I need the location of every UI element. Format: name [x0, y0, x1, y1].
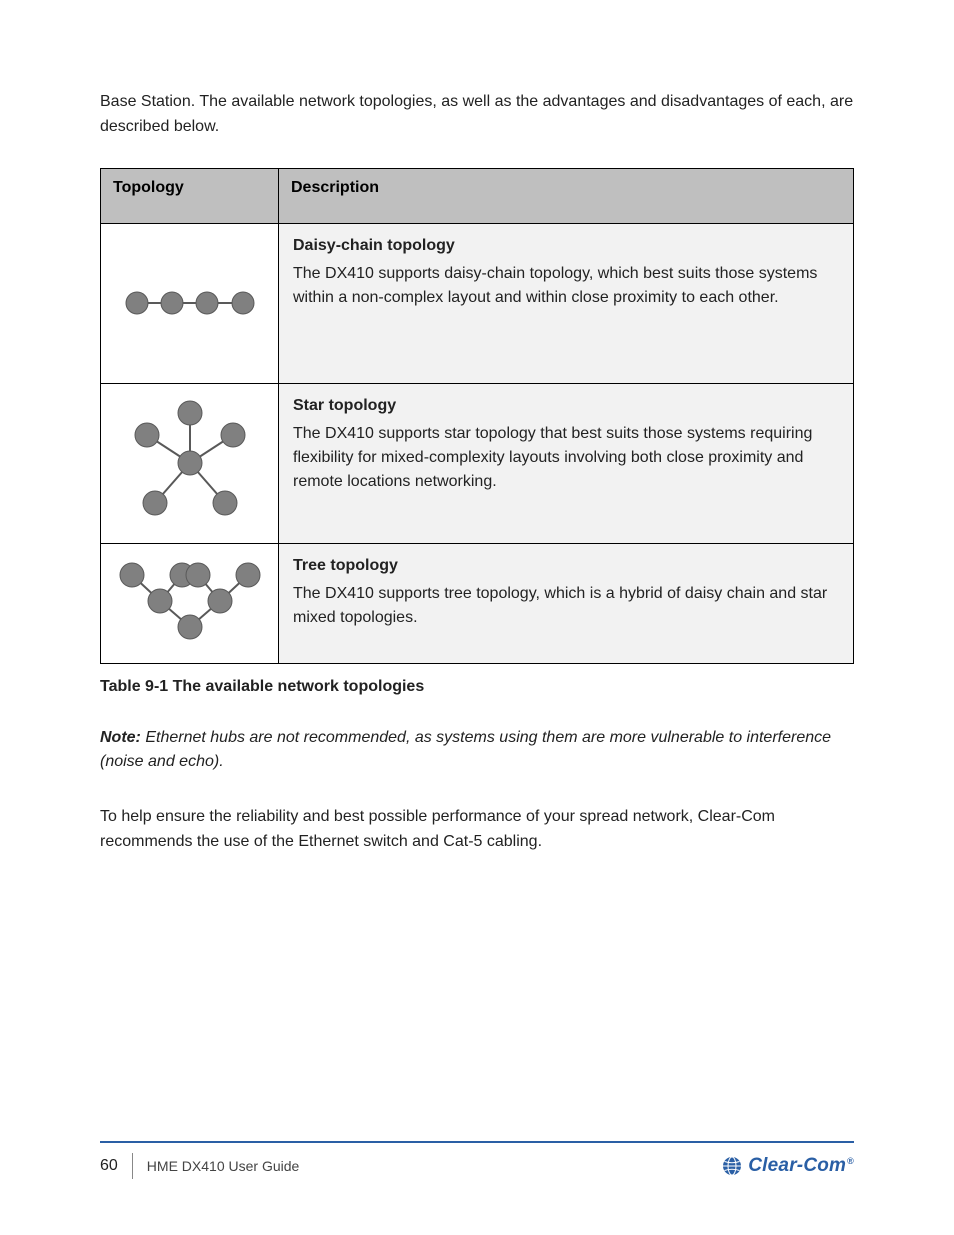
- row-body: The DX410 supports tree topology, which …: [293, 582, 839, 630]
- tree-diagram-cell: [101, 543, 279, 663]
- document-page: Base Station. The available network topo…: [0, 0, 954, 1235]
- page-footer: 60 HME DX410 User Guide Clear-Com®: [100, 1141, 854, 1179]
- recommendation-paragraph: To help ensure the reliability and best …: [100, 805, 854, 855]
- doc-title: HME DX410 User Guide: [147, 1158, 300, 1174]
- note-label: Note:: [100, 729, 141, 746]
- globe-icon: [722, 1156, 742, 1176]
- clear-com-logo: Clear-Com®: [722, 1155, 854, 1177]
- note-paragraph: Note: Ethernet hubs are not recommended,…: [100, 726, 854, 776]
- row-body: The DX410 supports star topology that be…: [293, 422, 839, 494]
- row-body: The DX410 supports daisy-chain topology,…: [293, 262, 839, 310]
- row-title: Daisy-chain topology: [293, 234, 839, 258]
- tree-diagram: [110, 553, 270, 653]
- footer-rule: [100, 1141, 854, 1143]
- tree-desc-cell: Tree topology The DX410 supports tree to…: [279, 543, 854, 663]
- table-caption: Table 9-1 The available network topologi…: [100, 678, 854, 696]
- daisy-chain-desc-cell: Daisy-chain topology The DX410 supports …: [279, 223, 854, 383]
- intro-paragraph: Base Station. The available network topo…: [100, 90, 854, 140]
- table-row: Daisy-chain topology The DX410 supports …: [101, 223, 854, 383]
- table-row: Star topology The DX410 supports star to…: [101, 383, 854, 543]
- logo-text: Clear-Com®: [748, 1155, 854, 1177]
- row-title: Star topology: [293, 394, 839, 418]
- footer-divider: [132, 1153, 133, 1179]
- col-header-description: Description: [279, 168, 854, 223]
- star-diagram: [115, 393, 265, 533]
- col-header-topology: Topology: [101, 168, 279, 223]
- table-header-row: Topology Description: [101, 168, 854, 223]
- table-row: Tree topology The DX410 supports tree to…: [101, 543, 854, 663]
- page-number: 60: [100, 1157, 118, 1175]
- star-diagram-cell: [101, 383, 279, 543]
- daisy-chain-diagram-cell: [101, 223, 279, 383]
- note-text: Ethernet hubs are not recommended, as sy…: [100, 729, 831, 771]
- daisy-chain-diagram: [115, 283, 265, 323]
- topologies-table: Topology Description Daisy-chai: [100, 168, 854, 664]
- row-title: Tree topology: [293, 554, 839, 578]
- star-desc-cell: Star topology The DX410 supports star to…: [279, 383, 854, 543]
